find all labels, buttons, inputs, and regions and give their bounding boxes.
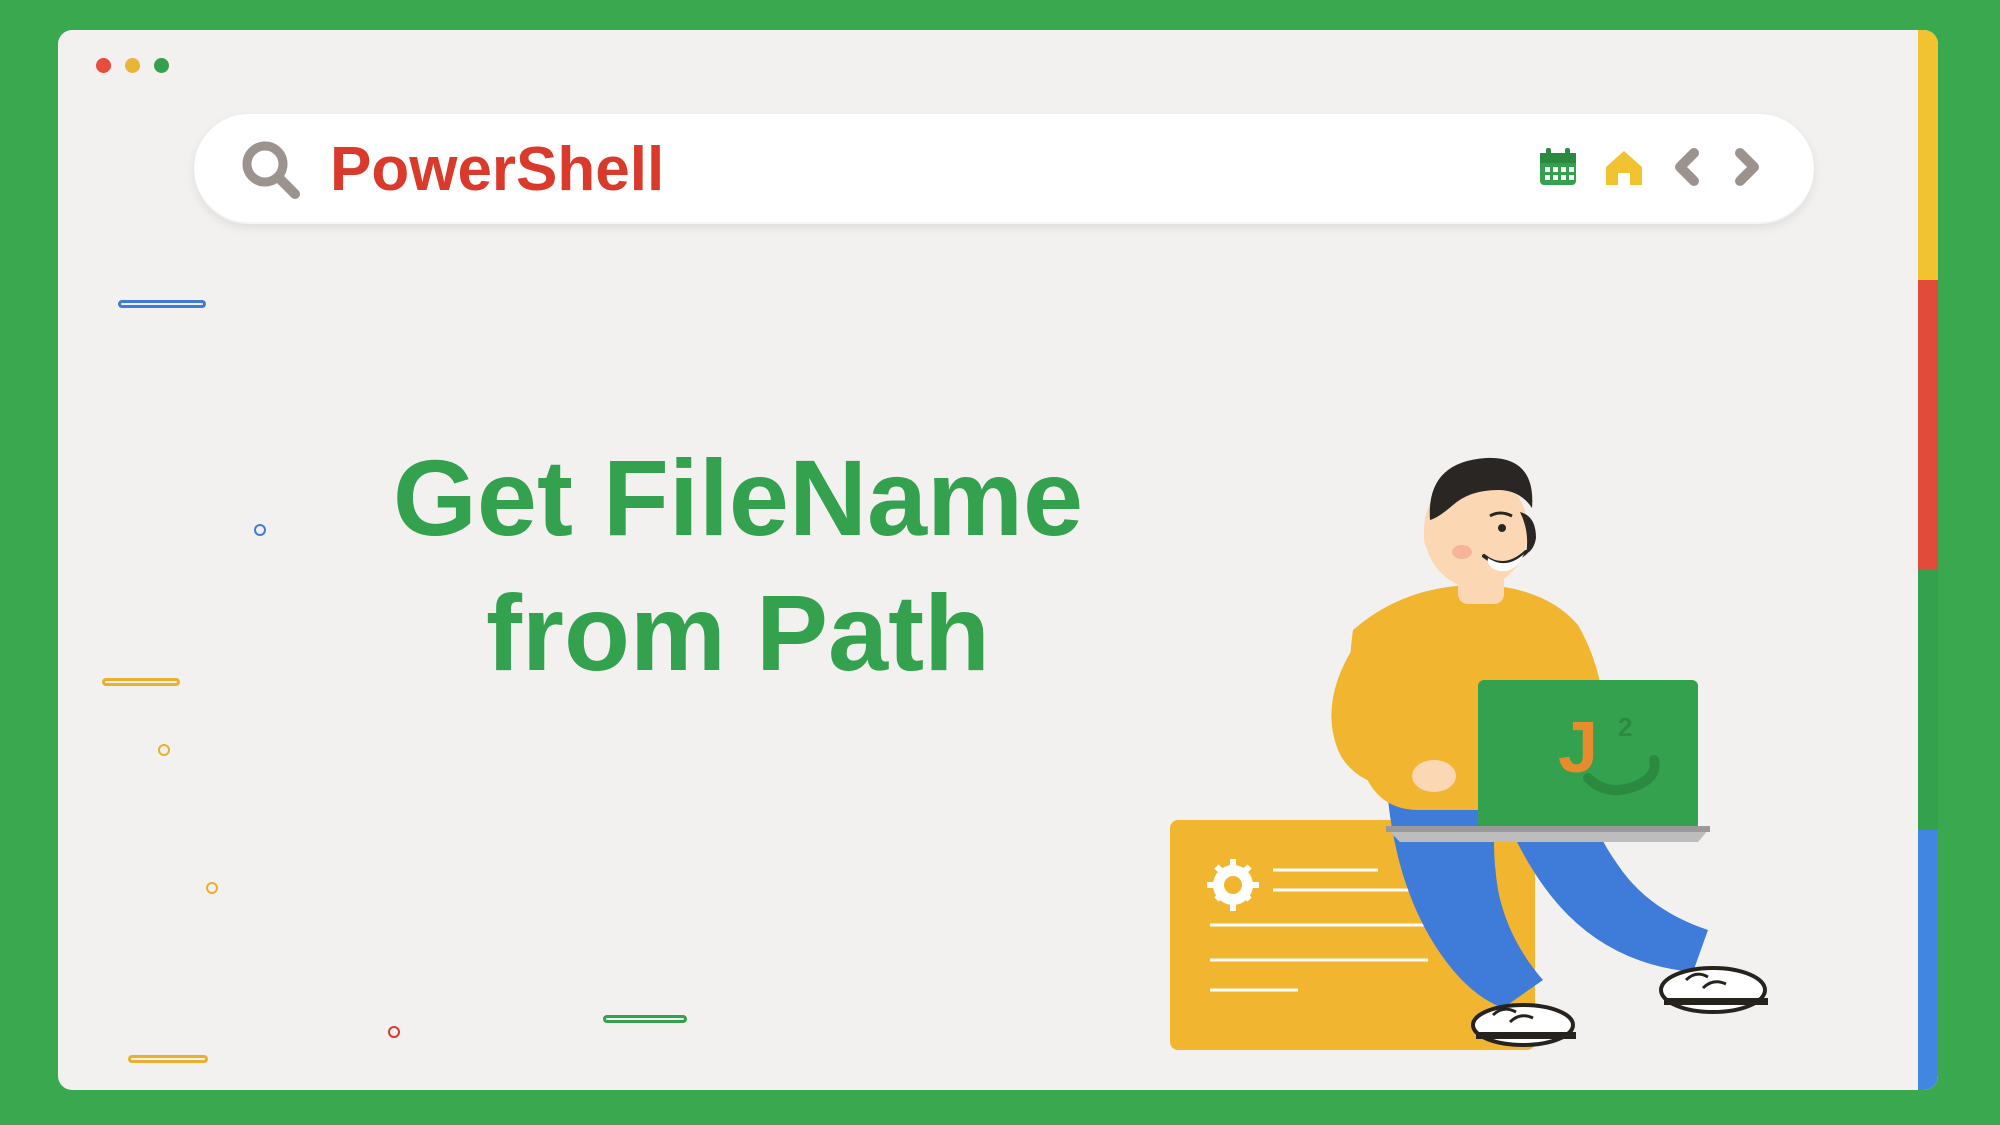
side-stripes <box>1918 30 1938 1090</box>
decoration-circle <box>158 744 170 756</box>
browser-window: PowerShell <box>58 30 1938 1090</box>
stripe-blue <box>1918 830 1938 1090</box>
chevron-left-icon[interactable] <box>1668 145 1706 194</box>
page-title: Get FileName from Path <box>318 430 1158 700</box>
calendar-icon[interactable] <box>1536 145 1580 194</box>
search-icon[interactable] <box>234 133 306 205</box>
search-bar: PowerShell <box>194 114 1814 224</box>
title-line-2: from Path <box>486 572 990 693</box>
decoration-pill <box>118 300 206 308</box>
stripe-green <box>1918 570 1938 830</box>
search-title: PowerShell <box>330 134 664 205</box>
chevron-right-icon[interactable] <box>1728 145 1766 194</box>
decoration-pill <box>603 1015 687 1023</box>
bar-icons <box>1536 145 1766 194</box>
decoration-pill <box>128 1055 208 1063</box>
traffic-lights <box>96 58 169 73</box>
stripe-yellow <box>1918 30 1938 280</box>
decoration-pill <box>102 678 180 686</box>
home-icon[interactable] <box>1602 145 1646 194</box>
decoration-circle <box>206 882 218 894</box>
stripe-red <box>1918 280 1938 570</box>
title-line-1: Get FileName <box>393 437 1083 558</box>
decoration-circle <box>254 524 266 536</box>
decoration-circle <box>388 1026 400 1038</box>
minimize-dot[interactable] <box>125 58 140 73</box>
laptop-logo-2: 2 <box>1618 712 1632 742</box>
close-dot[interactable] <box>96 58 111 73</box>
illustration-person-laptop: J 2 <box>1138 450 1858 1090</box>
maximize-dot[interactable] <box>154 58 169 73</box>
